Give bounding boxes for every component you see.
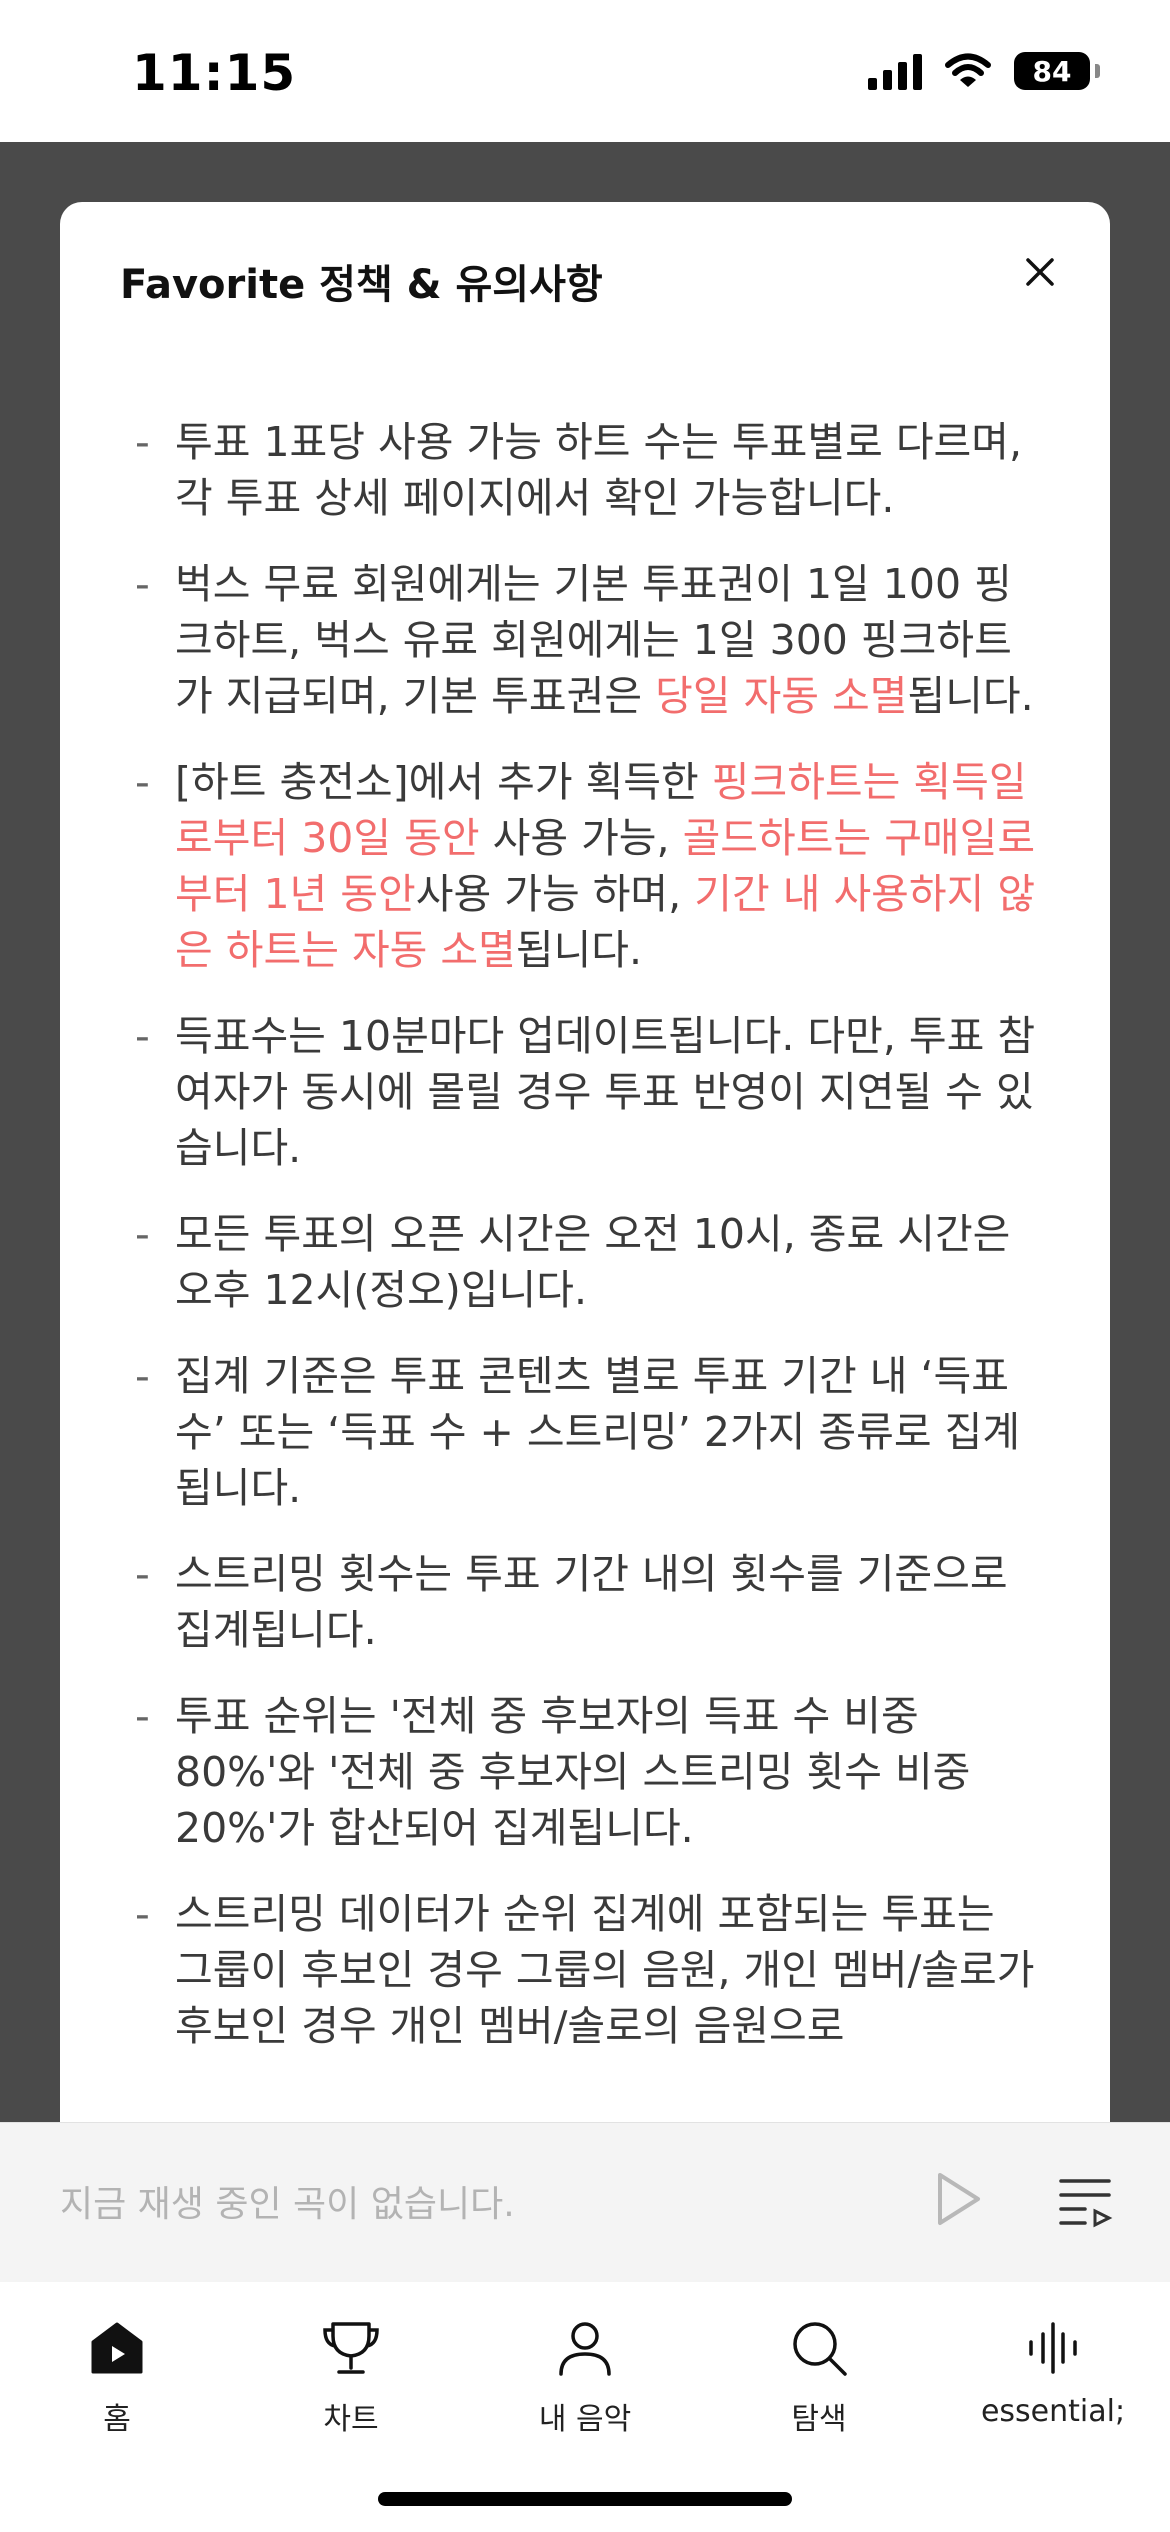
- policy-item: 득표수는 10분마다 업데이트됩니다. 다만, 투표 참여자가 동시에 몰릴 경…: [135, 1008, 1045, 1176]
- tab-label: essential;: [980, 2394, 1126, 2429]
- tab-label: 홈: [103, 2402, 131, 2437]
- policy-item: 스트리밍 데이터가 순위 집계에 포함되는 투표는 그룹이 후보인 경우 그룹의…: [135, 1886, 1045, 2054]
- policy-item: 집계 기준은 투표 콘텐츠 별로 투표 기간 내 ‘득표 수’ 또는 ‘득표 수…: [135, 1348, 1045, 1516]
- policy-modal: Favorite 정책 & 유의사항 투표 1표당 사용 가능 하트 수는 투표…: [60, 202, 1110, 2122]
- close-icon[interactable]: [1020, 252, 1060, 292]
- person-icon: [559, 2322, 611, 2376]
- policy-item: 벅스 무료 회원에게는 기본 투표권이 1일 100 핑크하트, 벅스 유료 회…: [135, 556, 1045, 724]
- policy-list: 투표 1표당 사용 가능 하트 수는 투표별로 다르며, 각 투표 상세 페이지…: [135, 414, 1045, 2084]
- policy-item: [하트 충전소]에서 추가 획득한 핑크하트는 획득일로부터 30일 동안 사용…: [135, 754, 1045, 978]
- policy-text: 됩니다.: [515, 926, 643, 974]
- policy-text: 투표 1표당 사용 가능 하트 수는 투표별로 다르며, 각 투표 상세 페이지…: [175, 418, 1023, 522]
- status-bar: 11:15 84: [0, 0, 1170, 142]
- battery-level: 84: [1032, 54, 1072, 88]
- policy-text: 됩니다.: [907, 672, 1034, 720]
- policy-text: 사용 가능,: [479, 814, 683, 862]
- play-icon[interactable]: [928, 2167, 988, 2231]
- status-icons: 84: [868, 52, 1100, 90]
- tab-label: 내 음악: [538, 2402, 632, 2437]
- home-icon: [91, 2322, 143, 2374]
- policy-text: 투표 순위는 '전체 중 후보자의 득표 수 비중 80%'와 '전체 중 후보…: [175, 1692, 971, 1852]
- status-time: 11:15: [132, 44, 297, 102]
- tab-label: 탐색: [791, 2402, 847, 2437]
- policy-text: 집계 기준은 투표 콘텐츠 별로 투표 기간 내 ‘득표 수’ 또는 ‘득표 수…: [175, 1352, 1021, 1512]
- battery-icon: 84: [1014, 52, 1100, 90]
- tab-home[interactable]: 홈: [0, 2302, 234, 2452]
- policy-text: 모든 투표의 오픈 시간은 오전 10시, 종료 시간은 오후 12시(정오)입…: [175, 1210, 1011, 1314]
- search-icon: [793, 2322, 847, 2376]
- home-indicator: [378, 2492, 792, 2506]
- policy-item: 스트리밍 횟수는 투표 기간 내의 횟수를 기준으로 집계됩니다.: [135, 1546, 1045, 1658]
- policy-text: 득표수는 10분마다 업데이트됩니다. 다만, 투표 참여자가 동시에 몰릴 경…: [175, 1012, 1036, 1172]
- policy-highlight-text: 당일 자동 소멸: [655, 672, 908, 720]
- tab-essential[interactable]: essential;: [936, 2302, 1170, 2452]
- policy-item: 모든 투표의 오픈 시간은 오전 10시, 종료 시간은 오후 12시(정오)입…: [135, 1206, 1045, 1318]
- policy-item: 투표 순위는 '전체 중 후보자의 득표 수 비중 80%'와 '전체 중 후보…: [135, 1688, 1045, 1856]
- tab-explore[interactable]: 탐색: [702, 2302, 936, 2452]
- soundwave-icon: [1029, 2322, 1077, 2374]
- tab-my-music[interactable]: 내 음악: [468, 2302, 702, 2452]
- trophy-icon: [323, 2322, 379, 2374]
- policy-text: 사용 가능 하며,: [415, 870, 695, 918]
- policy-text: 스트리밍 횟수는 투표 기간 내의 횟수를 기준으로 집계됩니다.: [175, 1550, 1008, 1654]
- tab-label: 차트: [323, 2402, 379, 2437]
- modal-title: Favorite 정책 & 유의사항: [120, 262, 603, 308]
- policy-text: 스트리밍 데이터가 순위 집계에 포함되는 투표는 그룹이 후보인 경우 그룹의…: [175, 1890, 1035, 2050]
- tab-chart[interactable]: 차트: [234, 2302, 468, 2452]
- policy-text: [하트 충전소]에서 추가 획득한: [175, 758, 712, 806]
- playlist-icon[interactable]: [1055, 2173, 1115, 2229]
- mini-player[interactable]: 지금 재생 중인 곡이 없습니다.: [0, 2122, 1170, 2283]
- wifi-icon: [945, 53, 991, 87]
- policy-item: 투표 1표당 사용 가능 하트 수는 투표별로 다르며, 각 투표 상세 페이지…: [135, 414, 1045, 526]
- now-playing-text: 지금 재생 중인 곡이 없습니다.: [60, 2184, 515, 2225]
- cellular-signal-icon: [868, 52, 922, 90]
